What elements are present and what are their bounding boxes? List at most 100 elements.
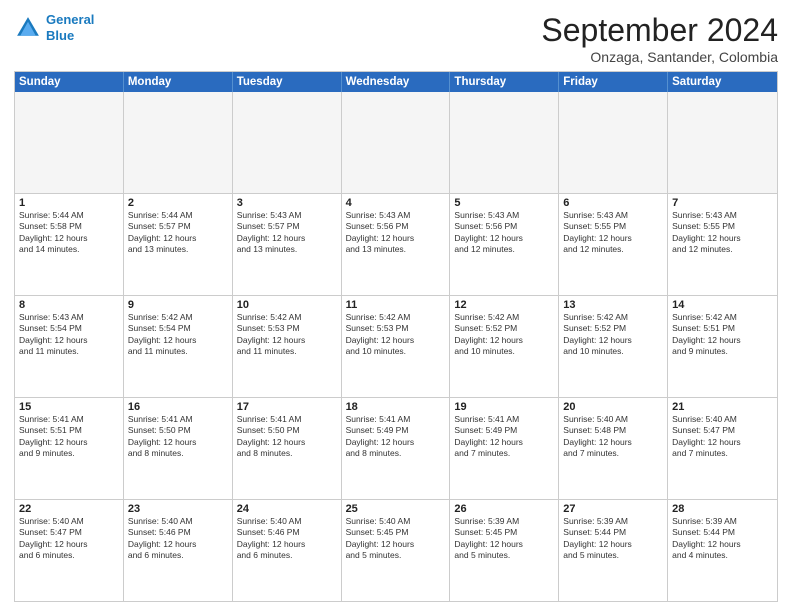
- calendar-cell: [668, 92, 777, 193]
- header-friday: Friday: [559, 72, 668, 92]
- day-info: Sunrise: 5:40 AM Sunset: 5:48 PM Dayligh…: [563, 414, 663, 460]
- logo-line1: General: [46, 12, 94, 27]
- calendar-cell: 2Sunrise: 5:44 AM Sunset: 5:57 PM Daylig…: [124, 194, 233, 295]
- day-info: Sunrise: 5:43 AM Sunset: 5:57 PM Dayligh…: [237, 210, 337, 256]
- day-number: 28: [672, 503, 773, 515]
- day-info: Sunrise: 5:43 AM Sunset: 5:56 PM Dayligh…: [346, 210, 446, 256]
- day-info: Sunrise: 5:42 AM Sunset: 5:53 PM Dayligh…: [346, 312, 446, 358]
- day-info: Sunrise: 5:41 AM Sunset: 5:49 PM Dayligh…: [454, 414, 554, 460]
- day-number: 6: [563, 197, 663, 209]
- day-number: 7: [672, 197, 773, 209]
- day-number: 12: [454, 299, 554, 311]
- calendar-cell: 20Sunrise: 5:40 AM Sunset: 5:48 PM Dayli…: [559, 398, 668, 499]
- day-number: 20: [563, 401, 663, 413]
- day-number: 24: [237, 503, 337, 515]
- day-number: 22: [19, 503, 119, 515]
- calendar-cell: [233, 92, 342, 193]
- title-block: September 2024 Onzaga, Santander, Colomb…: [541, 12, 778, 65]
- day-info: Sunrise: 5:39 AM Sunset: 5:45 PM Dayligh…: [454, 516, 554, 562]
- day-info: Sunrise: 5:42 AM Sunset: 5:53 PM Dayligh…: [237, 312, 337, 358]
- day-info: Sunrise: 5:41 AM Sunset: 5:50 PM Dayligh…: [128, 414, 228, 460]
- header-tuesday: Tuesday: [233, 72, 342, 92]
- day-number: 18: [346, 401, 446, 413]
- calendar-cell: 17Sunrise: 5:41 AM Sunset: 5:50 PM Dayli…: [233, 398, 342, 499]
- day-info: Sunrise: 5:39 AM Sunset: 5:44 PM Dayligh…: [672, 516, 773, 562]
- calendar-cell: 11Sunrise: 5:42 AM Sunset: 5:53 PM Dayli…: [342, 296, 451, 397]
- day-number: 9: [128, 299, 228, 311]
- calendar-body: 1Sunrise: 5:44 AM Sunset: 5:58 PM Daylig…: [15, 92, 777, 601]
- calendar-cell: 26Sunrise: 5:39 AM Sunset: 5:45 PM Dayli…: [450, 500, 559, 601]
- day-info: Sunrise: 5:40 AM Sunset: 5:47 PM Dayligh…: [19, 516, 119, 562]
- calendar-cell: 22Sunrise: 5:40 AM Sunset: 5:47 PM Dayli…: [15, 500, 124, 601]
- day-number: 4: [346, 197, 446, 209]
- header-thursday: Thursday: [450, 72, 559, 92]
- calendar-cell: 3Sunrise: 5:43 AM Sunset: 5:57 PM Daylig…: [233, 194, 342, 295]
- day-number: 8: [19, 299, 119, 311]
- day-number: 13: [563, 299, 663, 311]
- calendar-cell: 7Sunrise: 5:43 AM Sunset: 5:55 PM Daylig…: [668, 194, 777, 295]
- calendar-cell: 14Sunrise: 5:42 AM Sunset: 5:51 PM Dayli…: [668, 296, 777, 397]
- calendar-row: 8Sunrise: 5:43 AM Sunset: 5:54 PM Daylig…: [15, 295, 777, 397]
- calendar-cell: [124, 92, 233, 193]
- logo-text: General Blue: [46, 12, 94, 43]
- day-number: 15: [19, 401, 119, 413]
- day-number: 27: [563, 503, 663, 515]
- day-number: 10: [237, 299, 337, 311]
- header-monday: Monday: [124, 72, 233, 92]
- logo-line2: Blue: [46, 28, 74, 43]
- day-number: 5: [454, 197, 554, 209]
- day-info: Sunrise: 5:41 AM Sunset: 5:49 PM Dayligh…: [346, 414, 446, 460]
- calendar-cell: 19Sunrise: 5:41 AM Sunset: 5:49 PM Dayli…: [450, 398, 559, 499]
- calendar-cell: 16Sunrise: 5:41 AM Sunset: 5:50 PM Dayli…: [124, 398, 233, 499]
- calendar-cell: [342, 92, 451, 193]
- day-info: Sunrise: 5:43 AM Sunset: 5:56 PM Dayligh…: [454, 210, 554, 256]
- header-sunday: Sunday: [15, 72, 124, 92]
- day-info: Sunrise: 5:40 AM Sunset: 5:46 PM Dayligh…: [128, 516, 228, 562]
- calendar-cell: 12Sunrise: 5:42 AM Sunset: 5:52 PM Dayli…: [450, 296, 559, 397]
- day-info: Sunrise: 5:40 AM Sunset: 5:46 PM Dayligh…: [237, 516, 337, 562]
- day-number: 21: [672, 401, 773, 413]
- header: General Blue September 2024 Onzaga, Sant…: [14, 12, 778, 65]
- calendar-row: 1Sunrise: 5:44 AM Sunset: 5:58 PM Daylig…: [15, 193, 777, 295]
- day-info: Sunrise: 5:41 AM Sunset: 5:51 PM Dayligh…: [19, 414, 119, 460]
- calendar-cell: 9Sunrise: 5:42 AM Sunset: 5:54 PM Daylig…: [124, 296, 233, 397]
- day-info: Sunrise: 5:41 AM Sunset: 5:50 PM Dayligh…: [237, 414, 337, 460]
- calendar-header: Sunday Monday Tuesday Wednesday Thursday…: [15, 72, 777, 92]
- day-number: 23: [128, 503, 228, 515]
- day-info: Sunrise: 5:43 AM Sunset: 5:55 PM Dayligh…: [563, 210, 663, 256]
- calendar-cell: 8Sunrise: 5:43 AM Sunset: 5:54 PM Daylig…: [15, 296, 124, 397]
- calendar-cell: 4Sunrise: 5:43 AM Sunset: 5:56 PM Daylig…: [342, 194, 451, 295]
- day-info: Sunrise: 5:40 AM Sunset: 5:47 PM Dayligh…: [672, 414, 773, 460]
- day-info: Sunrise: 5:42 AM Sunset: 5:54 PM Dayligh…: [128, 312, 228, 358]
- location: Onzaga, Santander, Colombia: [541, 49, 778, 65]
- calendar-cell: 25Sunrise: 5:40 AM Sunset: 5:45 PM Dayli…: [342, 500, 451, 601]
- day-info: Sunrise: 5:44 AM Sunset: 5:58 PM Dayligh…: [19, 210, 119, 256]
- day-number: 17: [237, 401, 337, 413]
- month-title: September 2024: [541, 12, 778, 49]
- calendar-cell: [559, 92, 668, 193]
- page: General Blue September 2024 Onzaga, Sant…: [0, 0, 792, 612]
- calendar-cell: 5Sunrise: 5:43 AM Sunset: 5:56 PM Daylig…: [450, 194, 559, 295]
- day-number: 2: [128, 197, 228, 209]
- calendar-row: 15Sunrise: 5:41 AM Sunset: 5:51 PM Dayli…: [15, 397, 777, 499]
- calendar-cell: 18Sunrise: 5:41 AM Sunset: 5:49 PM Dayli…: [342, 398, 451, 499]
- day-number: 25: [346, 503, 446, 515]
- calendar-cell: 28Sunrise: 5:39 AM Sunset: 5:44 PM Dayli…: [668, 500, 777, 601]
- calendar-cell: [15, 92, 124, 193]
- calendar-row: 22Sunrise: 5:40 AM Sunset: 5:47 PM Dayli…: [15, 499, 777, 601]
- day-number: 19: [454, 401, 554, 413]
- day-info: Sunrise: 5:39 AM Sunset: 5:44 PM Dayligh…: [563, 516, 663, 562]
- calendar-cell: 21Sunrise: 5:40 AM Sunset: 5:47 PM Dayli…: [668, 398, 777, 499]
- logo: General Blue: [14, 12, 94, 43]
- calendar-cell: 6Sunrise: 5:43 AM Sunset: 5:55 PM Daylig…: [559, 194, 668, 295]
- day-number: 26: [454, 503, 554, 515]
- calendar-cell: 10Sunrise: 5:42 AM Sunset: 5:53 PM Dayli…: [233, 296, 342, 397]
- day-number: 1: [19, 197, 119, 209]
- header-saturday: Saturday: [668, 72, 777, 92]
- calendar-cell: 15Sunrise: 5:41 AM Sunset: 5:51 PM Dayli…: [15, 398, 124, 499]
- day-info: Sunrise: 5:43 AM Sunset: 5:55 PM Dayligh…: [672, 210, 773, 256]
- day-info: Sunrise: 5:42 AM Sunset: 5:51 PM Dayligh…: [672, 312, 773, 358]
- day-info: Sunrise: 5:42 AM Sunset: 5:52 PM Dayligh…: [454, 312, 554, 358]
- day-number: 16: [128, 401, 228, 413]
- calendar-cell: 27Sunrise: 5:39 AM Sunset: 5:44 PM Dayli…: [559, 500, 668, 601]
